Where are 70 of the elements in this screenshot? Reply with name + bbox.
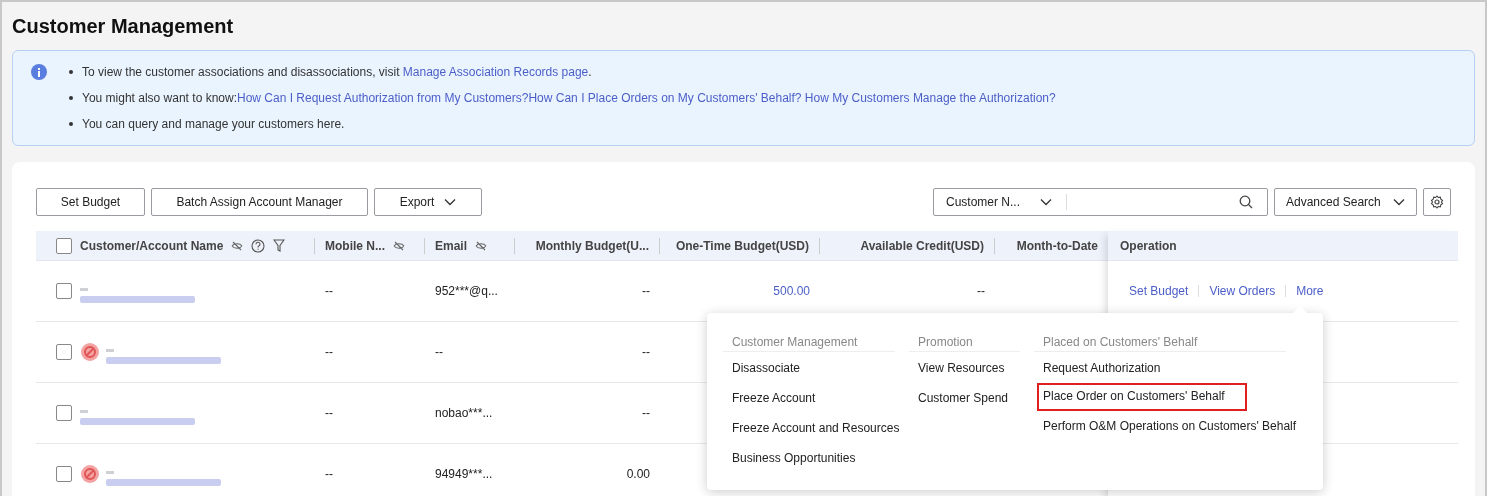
table-cell-text: -- (435, 344, 443, 361)
toolbar-button[interactable]: Set Budget (36, 188, 145, 216)
menu-item[interactable]: Perform O&M Operations on Customers' Behalf (1039, 417, 1301, 435)
toolbar-button[interactable]: Batch Assign Account Manager (151, 188, 368, 216)
menu-item[interactable]: Disassociate (728, 359, 805, 377)
column-header: Mobile N... (325, 237, 385, 254)
eye-slash-icon[interactable] (475, 240, 487, 251)
table-cell-text: -- (325, 283, 333, 300)
help-link[interactable]: How Can I Place Orders on My Customers' Behalf? (528, 91, 802, 105)
bullet-icon (69, 70, 73, 74)
help-link[interactable]: How My Customers Manage the Authorization? (804, 91, 1056, 105)
search-type-select[interactable]: Customer N... (934, 194, 1067, 210)
chevron-down-icon (444, 198, 457, 206)
advanced-search-dropdown[interactable]: Advanced Search (1274, 188, 1417, 216)
table-cell-text: -- (325, 344, 333, 361)
column-header: Month-to-Date (1016, 237, 1098, 254)
row-checkbox[interactable] (56, 466, 72, 482)
table-cell-text: -- (325, 405, 333, 422)
settings-icon (1430, 195, 1444, 209)
table-cell-text: -- (977, 283, 985, 300)
menu-item[interactable]: Customer Spend (914, 389, 1013, 407)
menu-group-title: Placed on Customers' Behalf (1043, 335, 1198, 349)
search-field[interactable]: Customer N... (933, 188, 1268, 216)
chevron-down-icon (1393, 198, 1405, 206)
help-icon[interactable] (251, 238, 266, 253)
settings-button[interactable] (1423, 188, 1451, 216)
notice-text: You can query and manage your customers here. (82, 116, 345, 133)
menu-group-title: Customer Management (732, 335, 858, 349)
search-icon[interactable] (1239, 195, 1253, 209)
column-header: Operation (1120, 237, 1177, 255)
menu-item[interactable]: Freeze Account (728, 389, 820, 407)
bullet-icon (69, 96, 73, 100)
menu-group-title: Promotion (918, 335, 973, 349)
menu-item[interactable]: Freeze Account and Resources (728, 419, 904, 437)
dropdown-button[interactable]: Export (374, 188, 482, 216)
notice-text: To view the customer associations and disassociations, visit Manage Association Records page. (82, 64, 592, 81)
operation-link[interactable]: View Orders (1209, 282, 1276, 300)
menu-item[interactable]: Business Opportunities (728, 449, 860, 467)
eye-slash-icon[interactable] (231, 240, 244, 251)
info-icon (31, 64, 47, 80)
table-cell-text: -- (642, 283, 650, 300)
eye-slash-icon[interactable] (393, 240, 405, 251)
table-cell-text: -- (642, 344, 650, 361)
table-cell-text: 0.00 (626, 466, 650, 483)
menu-item[interactable]: Place Order on Customers' Behalf (1039, 385, 1245, 409)
menu-item[interactable]: Request Authorization (1039, 359, 1165, 377)
bullet-icon (69, 122, 73, 126)
page-title: Customer Management (12, 14, 235, 39)
menu-item[interactable]: View Resources (914, 359, 1009, 377)
column-header: Available Credit(USD) (860, 237, 984, 254)
table-cell-text: 94949***... (435, 466, 493, 483)
notice-text: You might also want to know:How Can I Request Authorization from My Customers?How Can I Place Orders on My Customers' Behalf? How My Customers Manage the Authorization? (82, 90, 1056, 107)
table-cell-text: -- (642, 405, 650, 422)
help-link[interactable]: How Can I Request Authorization from My Customers? (237, 91, 529, 105)
operation-link[interactable]: Set Budget (1129, 282, 1189, 300)
table-cell-text: -- (325, 466, 333, 483)
row-checkbox[interactable] (56, 405, 72, 421)
row-checkbox[interactable] (56, 344, 72, 360)
row-checkbox[interactable] (56, 283, 72, 299)
column-header: Email (435, 237, 467, 254)
select-all-checkbox[interactable] (56, 237, 72, 254)
column-header: Customer/Account Name (80, 237, 224, 254)
filter-icon[interactable] (273, 239, 286, 252)
column-header: Monthly Budget(U... (535, 237, 649, 254)
operation-link[interactable]: More (1296, 282, 1324, 300)
table-cell-text: 952***@q... (435, 283, 498, 300)
chevron-down-icon (1040, 198, 1052, 206)
budget-link[interactable]: 500.00 (773, 282, 810, 300)
table-cell-text: nobao***... (435, 405, 493, 422)
column-header: One-Time Budget(USD) (675, 237, 809, 254)
